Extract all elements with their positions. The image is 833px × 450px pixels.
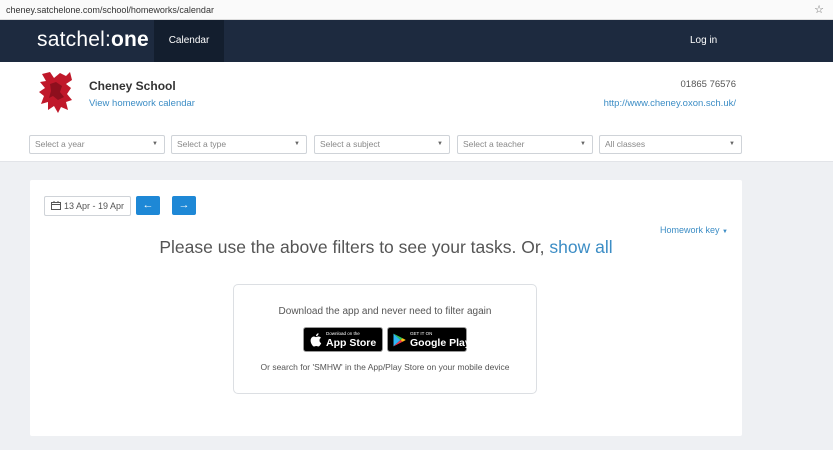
satchel-one-logo[interactable]: satchel:one [37, 28, 149, 52]
google-play-badge[interactable]: GET IT ON Google Play [387, 327, 471, 352]
arrow-right-icon: → [178, 199, 190, 211]
next-week-button[interactable]: → [172, 196, 196, 215]
subject-select[interactable]: Select a subject ▼ [314, 135, 450, 154]
caret-down-icon: ▼ [722, 229, 728, 235]
app-download-box: Download the app and never need to filte… [233, 284, 537, 394]
school-phone: 01865 76576 [680, 79, 736, 90]
filter-message: Please use the above filters to see your… [30, 237, 742, 258]
calendar-icon [50, 201, 61, 210]
app-search-hint: Or search for 'SMHW' in the App/Play Sto… [260, 362, 510, 372]
url-text[interactable]: cheney.satchelone.com/school/homeworks/c… [6, 5, 214, 15]
nav-calendar-tab[interactable]: Calendar [154, 20, 224, 62]
school-crest-icon [39, 72, 72, 113]
top-navbar: satchel:one Calendar Log in [0, 20, 833, 62]
google-play-icon [393, 333, 406, 347]
type-select[interactable]: Select a type ▼ [171, 135, 307, 154]
chevron-down-icon: ▼ [437, 141, 443, 147]
chevron-down-icon: ▼ [729, 141, 735, 147]
google-play-small-text: GET IT ON [410, 331, 433, 336]
year-select-label: Select a year [35, 139, 85, 149]
filter-message-text: Please use the above filters to see your… [159, 237, 550, 257]
year-select[interactable]: Select a year ▼ [29, 135, 165, 154]
chevron-down-icon: ▼ [152, 141, 158, 147]
school-website-link[interactable]: http://www.cheney.oxon.sch.uk/ [604, 98, 736, 109]
app-store-big-text: App Store [326, 337, 377, 349]
date-range-picker[interactable]: 13 Apr - 19 Apr [44, 196, 131, 216]
filter-bar: Select a year ▼ Select a type ▼ Select a… [0, 129, 833, 162]
app-store-badge[interactable]: Download on the App Store [303, 327, 383, 352]
chevron-down-icon: ▼ [580, 141, 586, 147]
previous-week-button[interactable]: ← [136, 196, 160, 215]
browser-url-bar[interactable]: cheney.satchelone.com/school/homeworks/c… [0, 0, 833, 20]
homework-key-label: Homework key [660, 225, 720, 235]
subject-select-label: Select a subject [320, 139, 381, 149]
classes-select[interactable]: All classes ▼ [599, 135, 742, 154]
google-play-big-text: Google Play [410, 337, 471, 349]
bookmark-star-icon[interactable]: ☆ [814, 0, 824, 20]
school-header: Cheney School View homework calendar 018… [0, 62, 833, 130]
classes-select-label: All classes [605, 139, 646, 149]
teacher-select-label: Select a teacher [463, 139, 525, 149]
teacher-select[interactable]: Select a teacher ▼ [457, 135, 593, 154]
calendar-panel: 13 Apr - 19 Apr ← → Homework key ▼ Pleas… [30, 180, 742, 436]
apple-icon [310, 333, 322, 347]
login-link[interactable]: Log in [690, 20, 717, 62]
school-name: Cheney School [89, 79, 176, 93]
homework-key-dropdown[interactable]: Homework key ▼ [660, 225, 728, 235]
logo-text-bold: one [110, 28, 149, 51]
app-download-title: Download the app and never need to filte… [278, 306, 492, 317]
type-select-label: Select a type [177, 139, 227, 149]
chevron-down-icon: ▼ [294, 141, 300, 147]
logo-text-regular: satchel: [37, 28, 111, 51]
date-range-label: 13 Apr - 19 Apr [63, 201, 125, 211]
view-homework-calendar-link[interactable]: View homework calendar [89, 98, 195, 109]
arrow-left-icon: ← [142, 199, 154, 211]
app-store-small-text: Download on the [326, 331, 360, 336]
show-all-link[interactable]: show all [549, 237, 612, 257]
